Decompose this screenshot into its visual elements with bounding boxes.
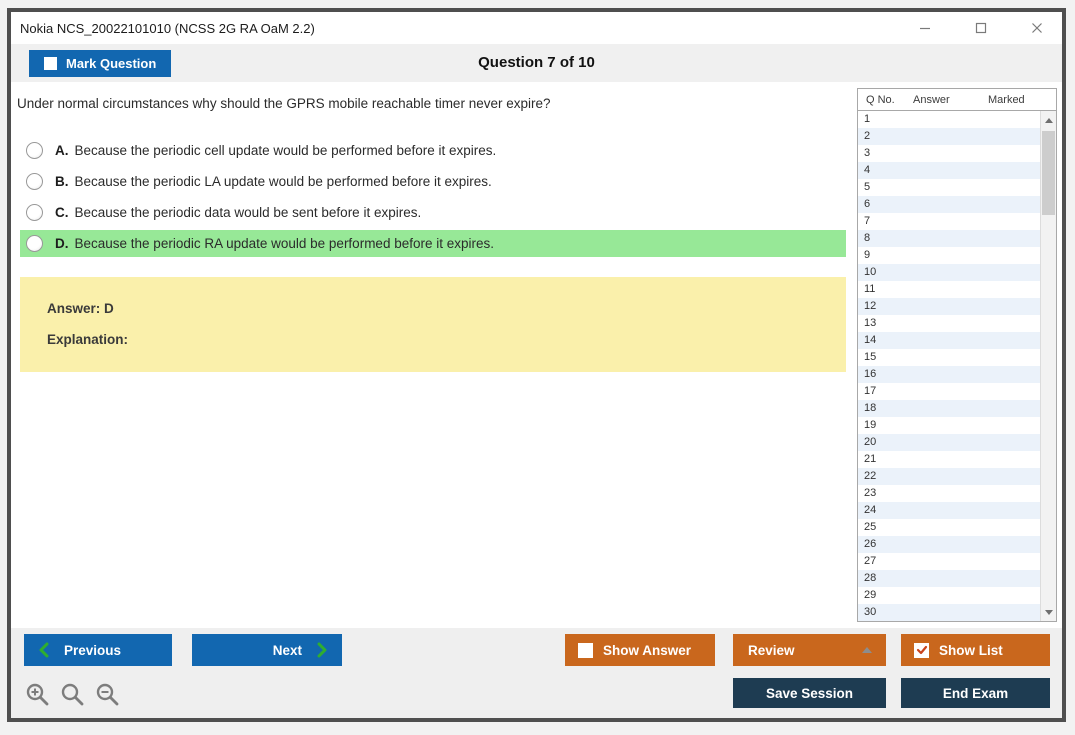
window-title: Nokia NCS_20022101010 (NCSS 2G RA OaM 2.…	[20, 20, 315, 36]
option-a[interactable]: A. Because the periodic cell update woul…	[20, 137, 846, 164]
mark-question-checkbox-icon[interactable]	[44, 57, 57, 70]
zoom-reset-icon[interactable]	[60, 682, 86, 708]
radio-button-icon[interactable]	[26, 142, 43, 159]
chevron-right-icon	[317, 642, 327, 658]
question-list-row[interactable]: 19	[858, 417, 1040, 434]
review-dropdown-button[interactable]: Review	[733, 634, 886, 666]
explanation-label: Explanation:	[47, 332, 129, 347]
scroll-up-icon[interactable]	[1041, 112, 1056, 128]
question-list-row[interactable]: 12	[858, 298, 1040, 315]
question-list-row[interactable]: 24	[858, 502, 1040, 519]
save-session-label: Save Session	[765, 685, 854, 701]
question-text: Under normal circumstances why should th…	[17, 96, 551, 111]
question-list-row[interactable]: 15	[858, 349, 1040, 366]
radio-button-icon[interactable]	[26, 204, 43, 221]
mark-question-label: Mark Question	[66, 56, 157, 71]
end-exam-button[interactable]: End Exam	[901, 678, 1050, 708]
question-list-row[interactable]: 4	[858, 162, 1040, 179]
question-list-row[interactable]: 29	[858, 587, 1040, 604]
option-b[interactable]: B. Because the periodic LA update would …	[20, 168, 846, 195]
maximize-icon[interactable]	[970, 17, 992, 39]
question-list-scrollbar[interactable]	[1040, 111, 1056, 621]
previous-label: Previous	[64, 642, 122, 658]
question-list-row[interactable]: 1	[858, 111, 1040, 128]
option-c[interactable]: C. Because the periodic data would be se…	[20, 199, 846, 226]
save-session-button[interactable]: Save Session	[733, 678, 886, 708]
question-list-row[interactable]: 2	[858, 128, 1040, 145]
end-exam-label: End Exam	[942, 685, 1009, 701]
option-d[interactable]: D. Because the periodic RA update would …	[20, 230, 846, 257]
question-list-row[interactable]: 8	[858, 230, 1040, 247]
answer-panel: Answer: D Explanation:	[20, 277, 846, 372]
question-list-body: 1 2 3 4 5 6 7 8 9 10 11 12 13 14 15 16 17 18 19 20 21 22 23 24 2…	[858, 111, 1040, 621]
option-letter: B.	[55, 174, 69, 189]
next-label: Next	[272, 642, 302, 658]
question-list-row[interactable]: 7	[858, 213, 1040, 230]
option-letter: D.	[55, 236, 69, 251]
question-list-row[interactable]: 23	[858, 485, 1040, 502]
option-text: Because the periodic RA update would be …	[74, 236, 495, 251]
show-answer-label: Show Answer	[603, 642, 692, 658]
option-letter: C.	[55, 205, 69, 220]
question-list-row[interactable]: 10	[858, 264, 1040, 281]
show-list-label: Show List	[939, 642, 1003, 658]
question-list-row[interactable]: 25	[858, 519, 1040, 536]
zoom-out-icon[interactable]	[95, 682, 121, 708]
scroll-down-icon[interactable]	[1041, 604, 1056, 620]
close-icon[interactable]	[1026, 17, 1048, 39]
question-list-row[interactable]: 20	[858, 434, 1040, 451]
question-list-row[interactable]: 28	[858, 570, 1040, 587]
title-bar: Nokia NCS_20022101010 (NCSS 2G RA OaM 2.…	[11, 12, 1062, 44]
question-list-header: Q No. Answer Marked	[858, 89, 1056, 111]
review-label: Review	[748, 642, 795, 658]
question-list-row[interactable]: 6	[858, 196, 1040, 213]
question-list-row[interactable]: 18	[858, 400, 1040, 417]
zoom-toolbar	[25, 682, 121, 708]
minimize-icon[interactable]	[914, 17, 936, 39]
question-list-row[interactable]: 30	[858, 604, 1040, 621]
show-list-button[interactable]: Show List	[901, 634, 1050, 666]
question-list-row[interactable]: 5	[858, 179, 1040, 196]
column-q-no: Q No.	[866, 93, 895, 106]
question-list-panel: Q No. Answer Marked 1 2 3 4 5 6 7 8 9 10 11 12 13 14 1…	[857, 88, 1057, 622]
exam-header: Mark Question Question 7 of 10	[11, 44, 1062, 82]
radio-button-icon[interactable]	[26, 235, 43, 252]
question-list-row[interactable]: 11	[858, 281, 1040, 298]
option-text: Because the periodic data would be sent …	[74, 205, 422, 220]
column-answer: Answer	[913, 93, 950, 106]
previous-button[interactable]: Previous	[24, 634, 172, 666]
answer-label: Answer: D	[47, 301, 114, 316]
question-list-row[interactable]: 17	[858, 383, 1040, 400]
question-list-row[interactable]: 9	[858, 247, 1040, 264]
column-marked: Marked	[988, 93, 1025, 106]
question-list-row[interactable]: 13	[858, 315, 1040, 332]
mark-question-button[interactable]: Mark Question	[29, 50, 172, 77]
zoom-in-icon[interactable]	[25, 682, 51, 708]
window-controls	[914, 12, 1048, 44]
scrollbar-thumb[interactable]	[1042, 131, 1055, 215]
show-answer-button[interactable]: Show Answer	[565, 634, 715, 666]
dropdown-arrow-icon	[862, 647, 872, 653]
radio-button-icon[interactable]	[26, 173, 43, 190]
show-answer-checkbox-icon[interactable]	[578, 642, 593, 658]
question-list-row[interactable]: 14	[858, 332, 1040, 349]
question-list-row[interactable]: 26	[858, 536, 1040, 553]
question-list-row[interactable]: 16	[858, 366, 1040, 383]
question-area: Under normal circumstances why should th…	[11, 82, 1062, 628]
chevron-left-icon	[39, 642, 49, 658]
option-text: Because the periodic cell update would b…	[74, 143, 497, 158]
question-list-row[interactable]: 3	[858, 145, 1040, 162]
question-list-row[interactable]: 27	[858, 553, 1040, 570]
option-text: Because the periodic LA update would be …	[74, 174, 492, 189]
option-letter: A.	[55, 143, 69, 158]
footer-bar: Previous Next Show Answer Review Show Li…	[11, 628, 1062, 718]
question-list-row[interactable]: 21	[858, 451, 1040, 468]
show-list-checkbox-icon[interactable]	[914, 642, 929, 658]
next-button[interactable]: Next	[192, 634, 342, 666]
question-list-row[interactable]: 22	[858, 468, 1040, 485]
exam-window: Nokia NCS_20022101010 (NCSS 2G RA OaM 2.…	[7, 8, 1066, 722]
